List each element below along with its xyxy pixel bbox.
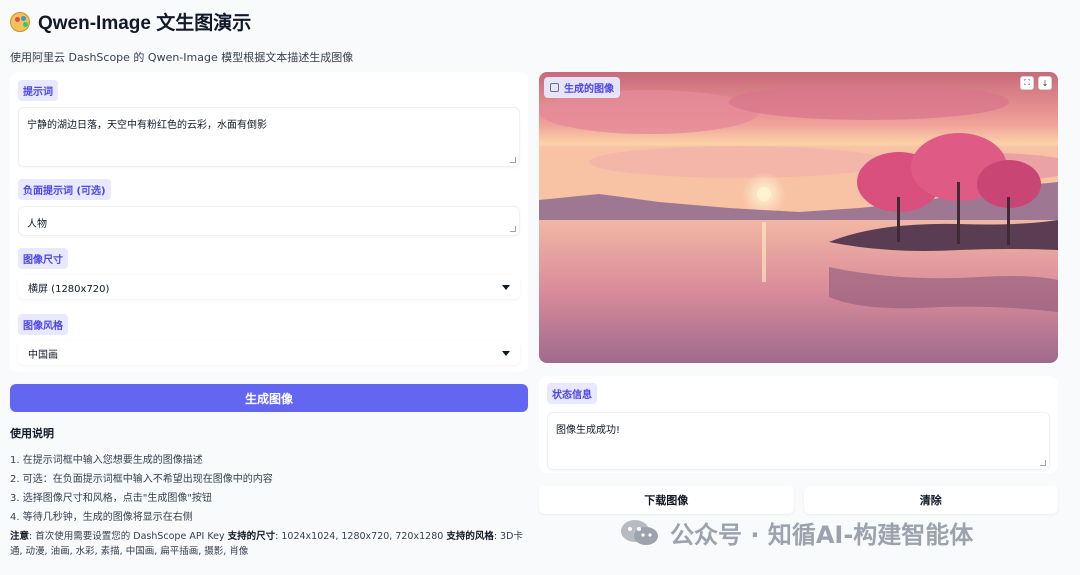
list-item: 1. 在提示词框中输入您想要生成的图像描述 <box>10 455 203 466</box>
image-toolbar: ⛶ ↓ <box>1020 76 1052 90</box>
input-panel: 提示词 宁静的湖边日落，天空中有粉红色的云彩，水面有倒影 负面提示词 (可选) … <box>10 72 528 372</box>
sizes-text: : 1024x1024, 1280x720, 720x1280 <box>275 531 447 542</box>
status-output[interactable]: 图像生成成功! <box>547 412 1050 470</box>
image-output-label-text: 生成的图像 <box>564 84 614 95</box>
sizes-label: 支持的尺寸 <box>227 531 276 542</box>
instructions-heading: 使用说明 <box>10 427 54 440</box>
image-output-label: 生成的图像 <box>544 77 620 98</box>
style-select-value: 中国画 <box>28 349 58 361</box>
watermark-text: 公众号 · 知循AI-构建智能体 <box>670 521 974 549</box>
list-item: 2. 可选：在负面提示词框中输入不希望出现在图像中的内容 <box>10 474 273 485</box>
fullscreen-icon[interactable]: ⛶ <box>1020 76 1034 90</box>
list-item: 4. 等待几秒钟，生成的图像将显示在右侧 <box>10 512 193 523</box>
page-title-text: Qwen-Image 文生图演示 <box>38 13 252 34</box>
instructions: 使用说明 1. 在提示词框中输入您想要生成的图像描述 2. 可选：在负面提示词框… <box>10 425 530 559</box>
resize-handle-icon[interactable] <box>510 157 516 163</box>
page-title: Qwen-Image 文生图演示 <box>10 8 353 35</box>
download-icon[interactable]: ↓ <box>1038 76 1052 90</box>
generate-button[interactable]: 生成图像 <box>10 384 528 412</box>
size-select[interactable]: 横屏 (1280x720) <box>18 275 520 299</box>
prompt-input-value: 宁静的湖边日落，天空中有粉红色的云彩，水面有倒影 <box>27 120 267 131</box>
image-icon <box>550 83 559 92</box>
style-select[interactable]: 中国画 <box>18 341 520 365</box>
style-field: 图像风格 中国画 <box>18 314 520 365</box>
note-label: 注意 <box>10 531 30 542</box>
download-button[interactable]: 下载图像 <box>539 486 794 514</box>
size-field: 图像尺寸 横屏 (1280x720) <box>18 248 520 299</box>
resize-handle-icon[interactable] <box>510 226 516 232</box>
usage-note: 注意: 首次使用需要设置您的 DashScope API Key 支持的尺寸: … <box>10 529 530 559</box>
status-panel: 状态信息 图像生成成功! <box>539 376 1058 473</box>
watermark: 公众号 · 知循AI-构建智能体 <box>620 515 973 550</box>
status-output-value: 图像生成成功! <box>556 425 621 436</box>
instructions-list: 1. 在提示词框中输入您想要生成的图像描述 2. 可选：在负面提示词框中输入不希… <box>10 451 530 527</box>
size-label: 图像尺寸 <box>18 248 68 269</box>
resize-handle-icon[interactable] <box>1040 460 1046 466</box>
list-item: 3. 选择图像尺寸和风格，点击"生成图像"按钮 <box>10 493 212 504</box>
wechat-icon <box>621 519 658 545</box>
negative-prompt-input[interactable]: 人物 <box>18 206 520 236</box>
generated-image <box>539 72 1058 363</box>
chevron-down-icon <box>502 350 510 356</box>
prompt-field: 提示词 宁静的湖边日落，天空中有粉红色的云彩，水面有倒影 <box>18 80 520 167</box>
prompt-label: 提示词 <box>18 80 58 101</box>
negative-prompt-input-value: 人物 <box>27 219 47 230</box>
page-header: Qwen-Image 文生图演示 使用阿里云 DashScope 的 Qwen-… <box>10 8 353 65</box>
prompt-input[interactable]: 宁静的湖边日落，天空中有粉红色的云彩，水面有倒影 <box>18 107 520 167</box>
chevron-down-icon <box>502 284 510 290</box>
styles-label: 支持的风格 <box>446 531 494 542</box>
size-select-value: 横屏 (1280x720) <box>28 283 110 295</box>
negative-prompt-label: 负面提示词 (可选) <box>18 179 111 200</box>
generated-image-panel: 生成的图像 ⛶ ↓ <box>539 72 1058 363</box>
palette-icon <box>10 11 30 32</box>
style-label: 图像风格 <box>18 314 68 335</box>
status-label: 状态信息 <box>547 383 597 404</box>
page-subtitle: 使用阿里云 DashScope 的 Qwen-Image 模型根据文本描述生成图… <box>10 51 354 64</box>
status-field: 状态信息 图像生成成功! <box>547 383 1050 470</box>
action-buttons: 下载图像 清除 <box>539 486 1058 514</box>
note-text: : 首次使用需要设置您的 DashScope API Key <box>29 531 228 542</box>
clear-button[interactable]: 清除 <box>803 486 1058 514</box>
negative-prompt-field: 负面提示词 (可选) 人物 <box>18 179 520 236</box>
